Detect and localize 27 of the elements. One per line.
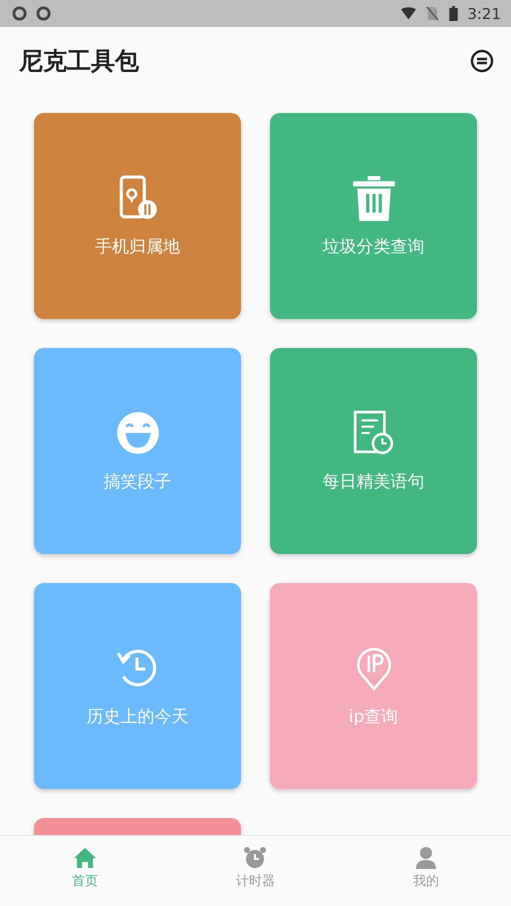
battery-icon [449, 6, 458, 21]
trash-icon [350, 174, 396, 220]
tool-tile[interactable]: 每日精美语句 [270, 348, 477, 554]
laughing-face-icon [114, 410, 160, 456]
tile-label: 垃圾分类查询 [322, 236, 424, 258]
clock-time: 3:21 [467, 4, 501, 22]
wifi-icon [401, 6, 416, 21]
home-icon [73, 846, 98, 870]
tool-tile[interactable]: ip查询 [270, 583, 477, 789]
nav-tab[interactable]: 首页 [0, 836, 170, 906]
alarm-clock-icon [243, 846, 268, 870]
person-icon [414, 846, 438, 870]
tile-label: ip查询 [348, 706, 398, 728]
tile-label: 搞笑段子 [104, 470, 172, 492]
tool-tile[interactable]: 搞笑段子 [34, 348, 241, 554]
notification-icon [12, 6, 27, 21]
tile-label: 每日精美语句 [322, 470, 424, 492]
notification-icon [36, 6, 51, 21]
nav-tab[interactable]: 计时器 [170, 836, 341, 906]
app-title: 尼克工具包 [19, 46, 139, 77]
tool-tile[interactable]: 垃圾分类查询 [270, 113, 477, 319]
tool-tile[interactable]: 手机归属地 [34, 113, 241, 319]
nav-tab[interactable]: 我的 [340, 836, 511, 906]
no-sim-icon [425, 6, 440, 21]
tool-tile[interactable]: 历史上的今天 [34, 583, 241, 789]
tile-label: 手机归属地 [95, 236, 180, 258]
tile-label: 历史上的今天 [86, 706, 188, 728]
